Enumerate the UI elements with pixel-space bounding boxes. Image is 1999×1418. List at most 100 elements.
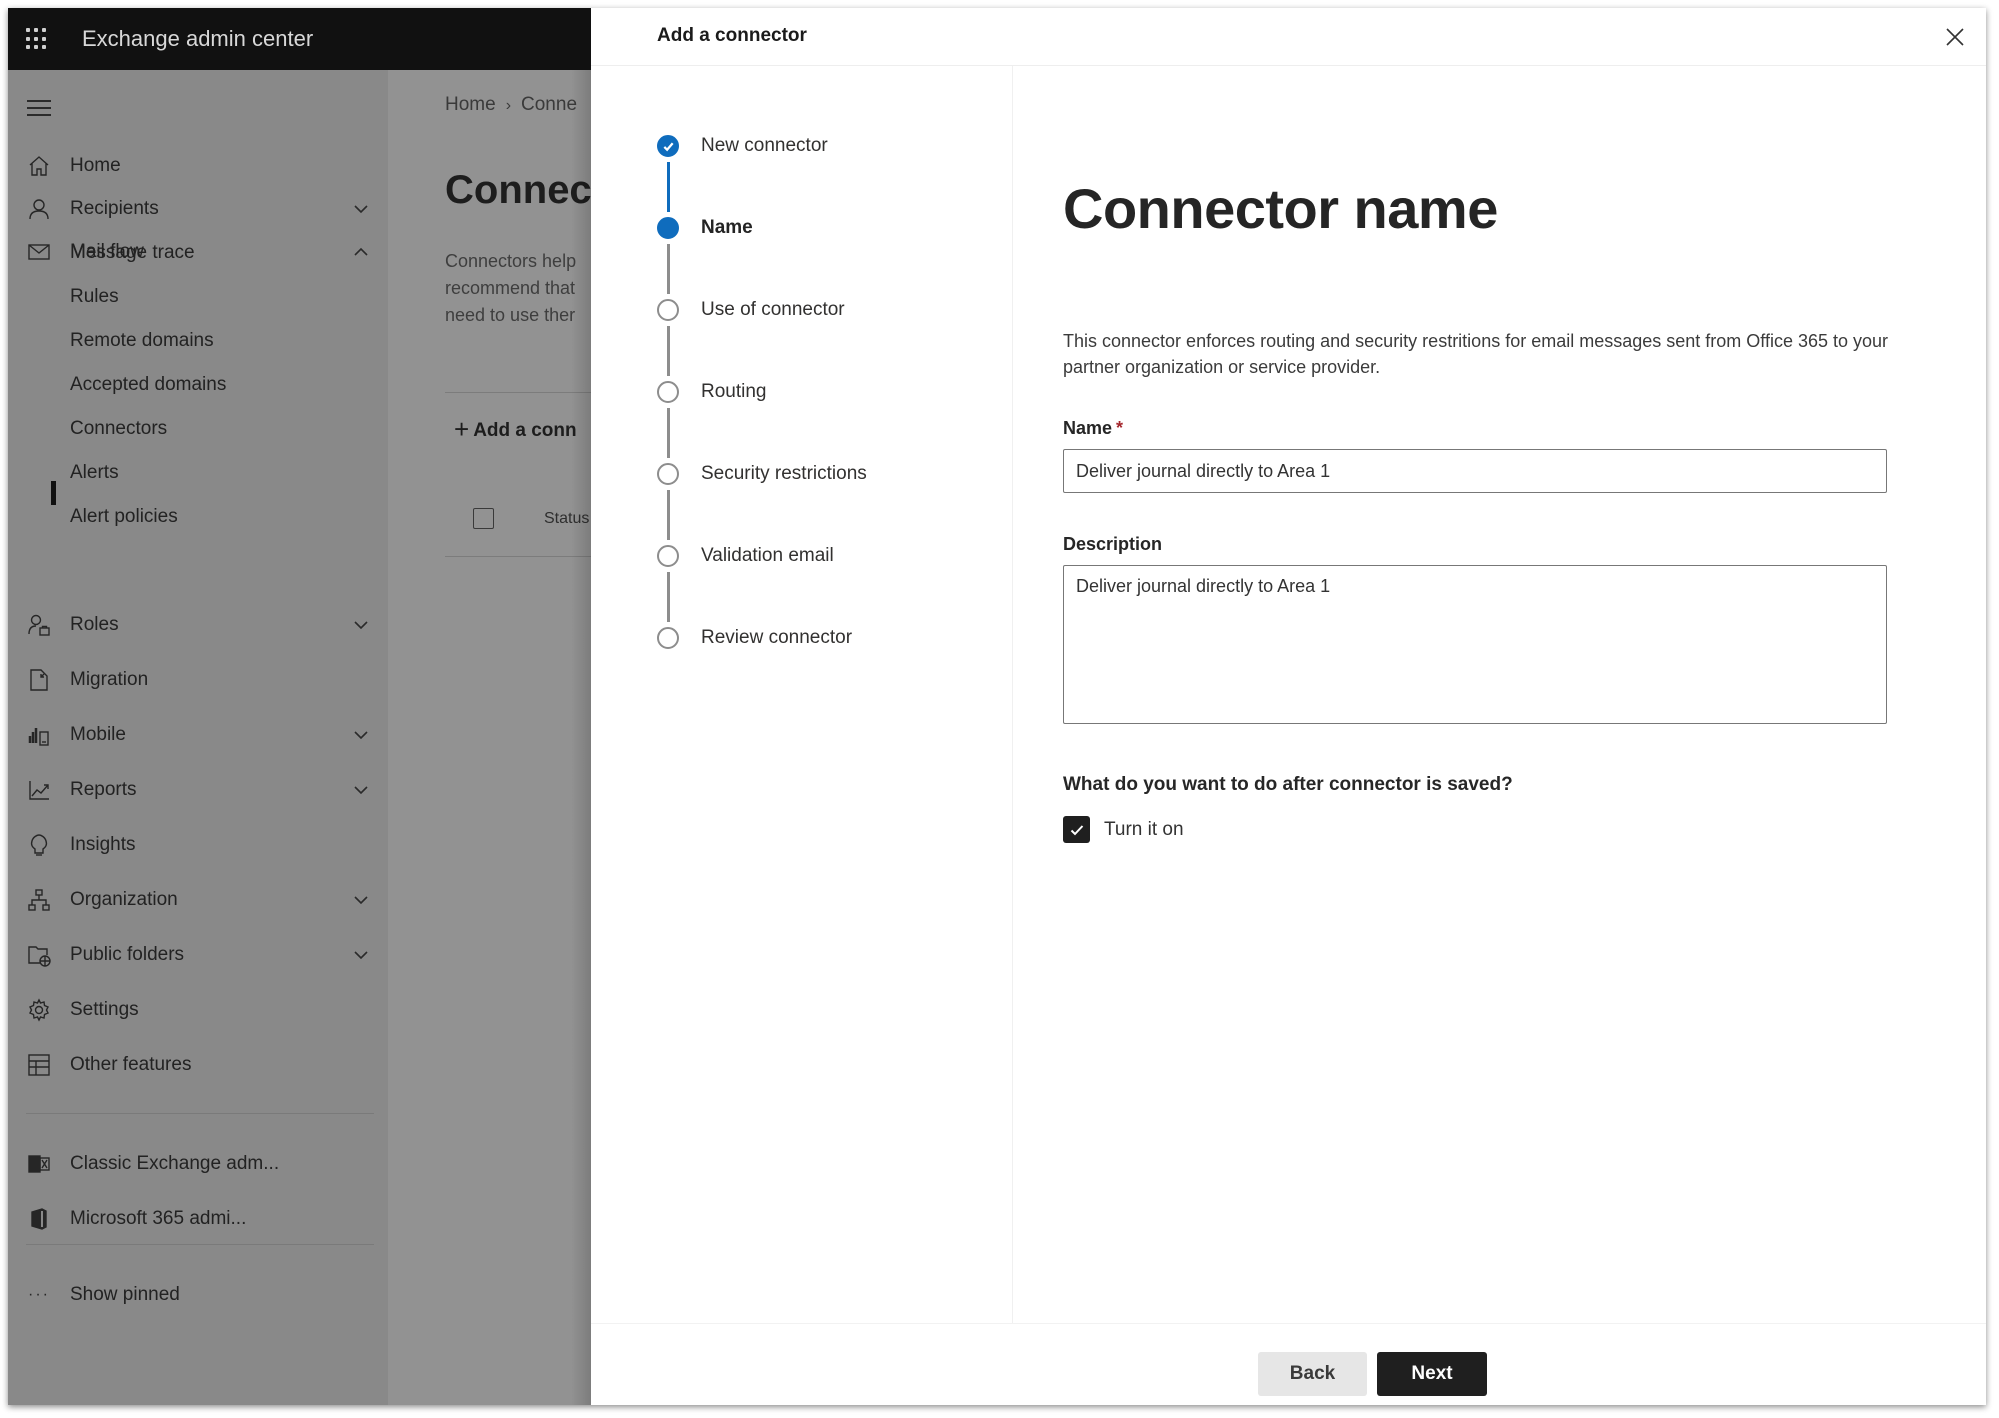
turn-it-on-checkbox[interactable] bbox=[1063, 816, 1090, 843]
name-field-label: Name * bbox=[1063, 418, 1124, 438]
sidebar-item-insights[interactable]: Insights bbox=[8, 823, 388, 867]
after-save-question: What do you want to do after connector i… bbox=[1063, 774, 1513, 795]
gear-icon bbox=[26, 997, 52, 1023]
select-all-checkbox[interactable] bbox=[473, 508, 494, 529]
sidebar-link-m365-admin[interactable]: Microsoft 365 admi... bbox=[8, 1197, 388, 1241]
hamburger-menu-icon[interactable] bbox=[27, 100, 51, 116]
content-heading: Connector name bbox=[1063, 177, 1498, 240]
sidebar-item-recipients[interactable]: Recipients bbox=[8, 187, 388, 231]
step-pending-circle-icon bbox=[657, 381, 679, 403]
mobile-icon bbox=[26, 722, 52, 748]
step-security-restrictions[interactable]: Security restrictions bbox=[657, 461, 867, 487]
table-header-divider bbox=[445, 556, 591, 557]
chevron-down-icon[interactable] bbox=[352, 616, 370, 634]
page-title: Connec bbox=[445, 168, 591, 212]
exchange-logo-icon bbox=[26, 1151, 52, 1177]
close-icon bbox=[1946, 28, 1964, 46]
public-folder-icon bbox=[26, 942, 52, 968]
wizard-stepper: New connector Name Use of connector Rout… bbox=[591, 66, 1013, 1323]
mail-icon bbox=[26, 239, 52, 265]
step-connector-line bbox=[667, 244, 670, 294]
sidebar-item-roles[interactable]: Roles bbox=[8, 603, 388, 647]
app-launcher-icon[interactable] bbox=[26, 28, 48, 50]
sidebar-subitem-alerts[interactable]: Alerts bbox=[70, 458, 119, 488]
description-field-label: Description bbox=[1063, 534, 1163, 554]
migration-icon bbox=[26, 667, 52, 693]
grid-table-icon bbox=[26, 1052, 52, 1078]
sidebar-item-settings[interactable]: Settings bbox=[8, 988, 388, 1032]
active-indicator bbox=[51, 481, 56, 505]
sidebar-divider bbox=[26, 1113, 374, 1114]
plus-icon: + bbox=[454, 414, 470, 444]
required-indicator: * bbox=[1116, 418, 1124, 438]
panel-footer: Back Next bbox=[591, 1323, 1986, 1405]
sidebar-item-home[interactable]: Home bbox=[8, 144, 388, 188]
sidebar: Home Recipients Mail flow Message trace … bbox=[8, 70, 388, 1405]
panel-header: Add a connector bbox=[591, 8, 1986, 66]
sidebar-subitem-message-trace[interactable]: Message trace bbox=[70, 238, 195, 268]
chevron-down-icon[interactable] bbox=[352, 726, 370, 744]
org-chart-icon bbox=[26, 887, 52, 913]
sidebar-divider bbox=[26, 1244, 374, 1245]
more-dots-icon: ··· bbox=[28, 1286, 50, 1303]
description-textarea[interactable]: Deliver journal directly to Area 1 bbox=[1063, 565, 1887, 724]
chevron-down-icon[interactable] bbox=[352, 891, 370, 909]
reports-chart-icon bbox=[26, 777, 52, 803]
close-button[interactable] bbox=[1942, 24, 1968, 50]
app-title: Exchange admin center bbox=[82, 26, 314, 51]
back-button[interactable]: Back bbox=[1258, 1352, 1367, 1396]
sidebar-item-public-folders[interactable]: Public folders bbox=[8, 933, 388, 977]
step-pending-circle-icon bbox=[657, 299, 679, 321]
breadcrumb-home[interactable]: Home bbox=[445, 94, 496, 115]
step-pending-circle-icon bbox=[657, 463, 679, 485]
sidebar-subitem-rules[interactable]: Rules bbox=[70, 282, 119, 312]
app-window: Exchange admin center Home Recipients Ma… bbox=[8, 8, 1986, 1405]
add-connector-button[interactable]: + Add a conn bbox=[454, 414, 577, 445]
top-bar: Exchange admin center bbox=[8, 8, 591, 70]
name-input[interactable] bbox=[1063, 449, 1887, 493]
panel-title: Add a connector bbox=[657, 25, 807, 46]
step-connector-line bbox=[667, 572, 670, 622]
step-use-of-connector[interactable]: Use of connector bbox=[657, 297, 845, 323]
sidebar-item-mail-flow[interactable]: Mail flow bbox=[8, 230, 388, 274]
sidebar-show-pinned[interactable]: ··· Show pinned bbox=[8, 1273, 388, 1317]
step-connector-line bbox=[667, 162, 670, 212]
chevron-down-icon[interactable] bbox=[352, 200, 370, 218]
page-description: Connectors help recommend that need to u… bbox=[445, 251, 577, 325]
step-pending-circle-icon bbox=[657, 545, 679, 567]
turn-it-on-checkbox-row[interactable]: Turn it on bbox=[1063, 816, 1184, 843]
sidebar-subitem-remote-domains[interactable]: Remote domains bbox=[70, 326, 214, 356]
step-connector-line bbox=[667, 408, 670, 458]
home-icon bbox=[26, 153, 52, 179]
sidebar-item-organization[interactable]: Organization bbox=[8, 878, 388, 922]
step-complete-check-icon bbox=[657, 135, 679, 157]
step-routing[interactable]: Routing bbox=[657, 379, 767, 405]
step-name[interactable]: Name bbox=[657, 215, 753, 241]
sidebar-item-migration[interactable]: Migration bbox=[8, 658, 388, 702]
main-content: Home › Conne Connec Connectors help recomm… bbox=[388, 70, 591, 1405]
chevron-down-icon[interactable] bbox=[352, 946, 370, 964]
step-connector-line bbox=[667, 490, 670, 540]
sidebar-item-reports[interactable]: Reports bbox=[8, 768, 388, 812]
sidebar-link-classic-exchange[interactable]: Classic Exchange adm... bbox=[8, 1142, 388, 1186]
office-logo-icon bbox=[26, 1206, 52, 1232]
step-review-connector[interactable]: Review connector bbox=[657, 625, 852, 651]
step-current-dot-icon bbox=[657, 217, 679, 239]
lightbulb-icon bbox=[26, 832, 52, 858]
chevron-down-icon[interactable] bbox=[352, 781, 370, 799]
sidebar-subitem-connectors[interactable]: Connectors bbox=[70, 414, 167, 444]
roles-icon bbox=[26, 612, 52, 638]
sidebar-subitem-alert-policies[interactable]: Alert policies bbox=[70, 502, 178, 532]
checkmark-icon bbox=[1070, 824, 1083, 835]
chevron-up-icon[interactable] bbox=[352, 243, 370, 261]
sidebar-item-other-features[interactable]: Other features bbox=[8, 1043, 388, 1087]
person-icon bbox=[26, 196, 52, 222]
wizard-content: Connector name This connector enforces r… bbox=[1014, 66, 1986, 1323]
toolbar-divider bbox=[445, 392, 591, 393]
next-button[interactable]: Next bbox=[1377, 1352, 1487, 1396]
sidebar-subitem-accepted-domains[interactable]: Accepted domains bbox=[70, 370, 226, 400]
step-connector-line bbox=[667, 326, 670, 376]
sidebar-item-mobile[interactable]: Mobile bbox=[8, 713, 388, 757]
step-validation-email[interactable]: Validation email bbox=[657, 543, 834, 569]
step-new-connector[interactable]: New connector bbox=[657, 133, 828, 159]
